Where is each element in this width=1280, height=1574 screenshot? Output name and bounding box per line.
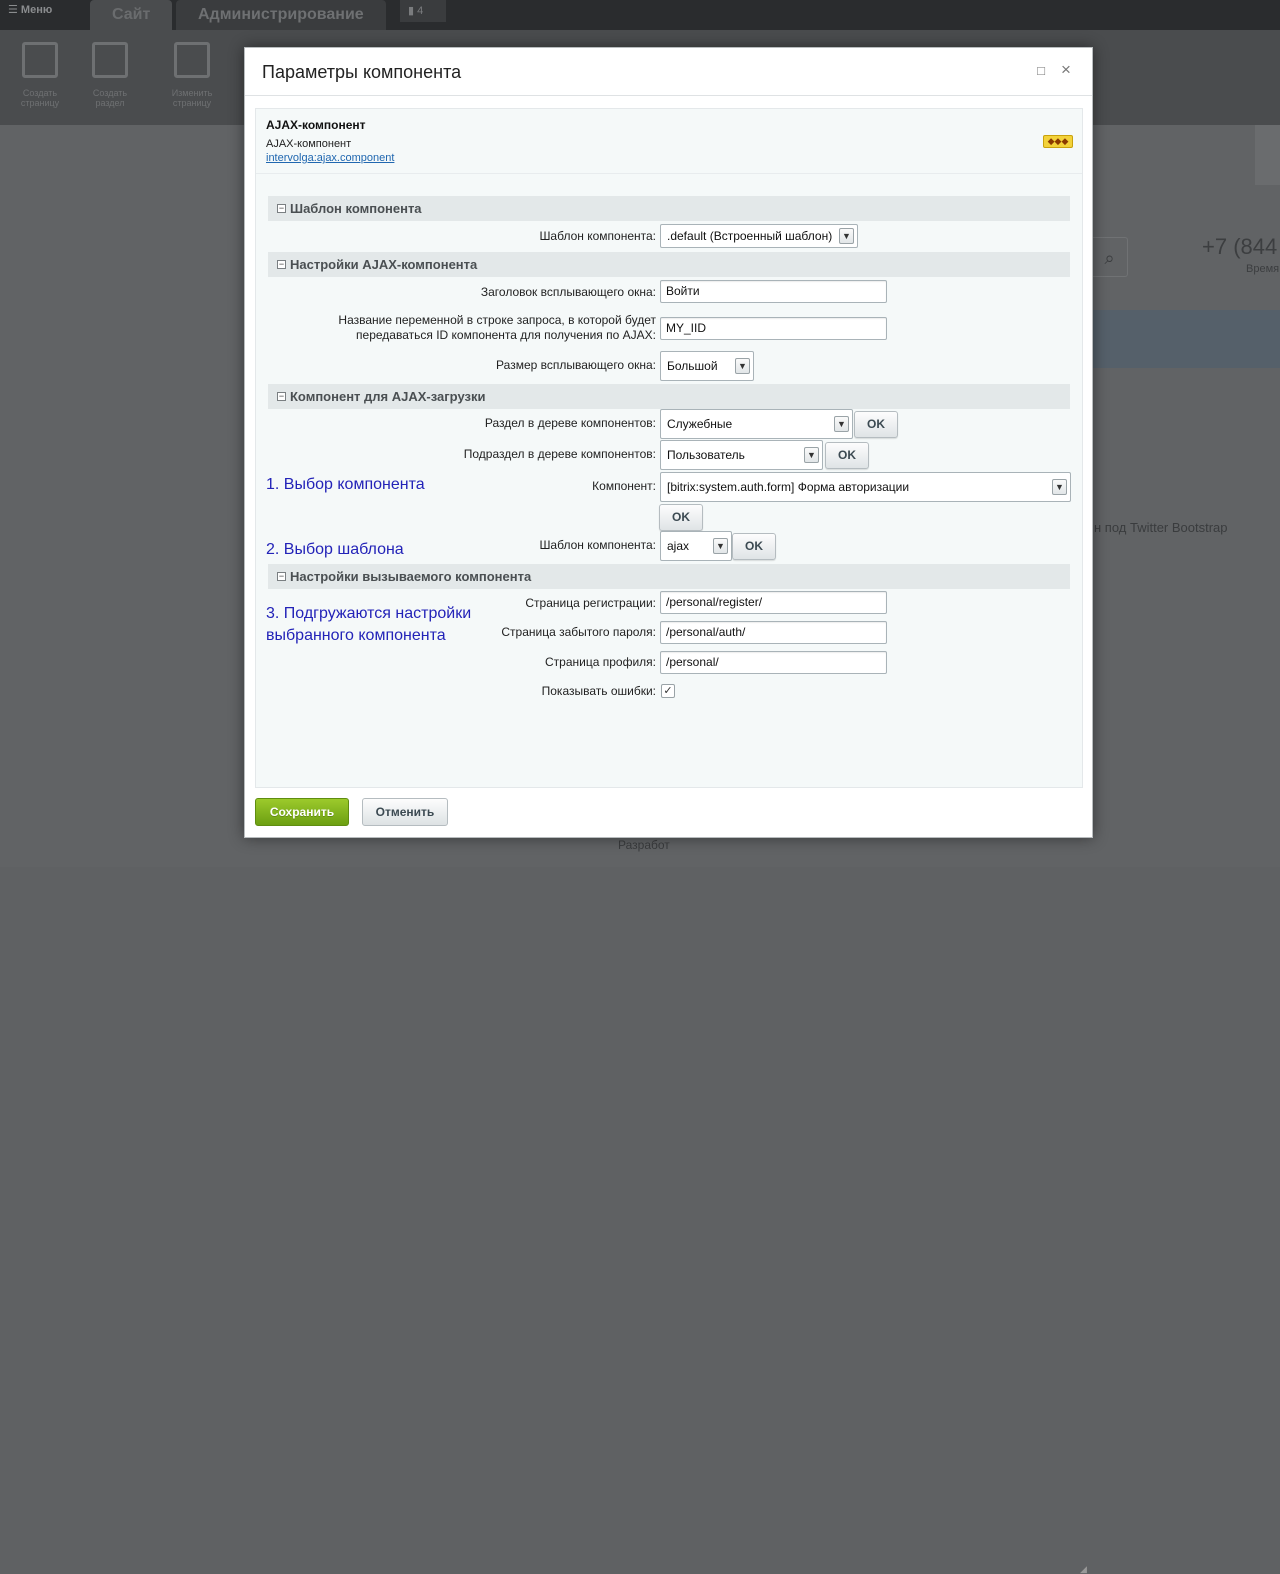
section-label: Настройки AJAX-компонента: [290, 257, 478, 272]
resize-handle-icon[interactable]: ◢: [1080, 1564, 1090, 1574]
template-select[interactable]: .default (Встроенный шаблон) ▼: [660, 224, 858, 248]
component-params-dialog: Параметры компонента □ × AJAX-компонент …: [244, 47, 1093, 1574]
toolbar-edit-page[interactable]: Изменить страницу: [162, 40, 222, 108]
chevron-down-icon: ▼: [1052, 479, 1067, 495]
menu-button[interactable]: ☰ Меню: [8, 3, 52, 16]
notifications-button[interactable]: ▮ 4: [400, 0, 446, 22]
tab-site[interactable]: Сайт: [90, 0, 173, 30]
side-icons-panel: [1255, 125, 1280, 185]
component-info: AJAX-компонент AJAX-компонент intervolga…: [256, 109, 1082, 174]
component-description: AJAX-компонент: [266, 138, 352, 150]
tree-subsection-value: Пользователь: [667, 448, 745, 462]
toolbar-label: Создать раздел: [92, 88, 128, 108]
tree-section-value: Служебные: [667, 417, 733, 431]
var-name-input[interactable]: MY_IID: [660, 317, 887, 340]
var-name-label: Название переменной в строке запроса, в …: [338, 313, 656, 342]
forgot-password-input[interactable]: /personal/auth/: [660, 621, 887, 644]
popup-title-label: Заголовок всплывающего окна:: [480, 285, 656, 299]
popup-size-select[interactable]: Большой ▼: [660, 351, 754, 381]
menu-label: Меню: [20, 4, 53, 16]
search-icon: ⌕: [1092, 237, 1128, 277]
site-footer-text: Разработ: [618, 838, 670, 852]
section-template[interactable]: − Шаблон компонента: [268, 196, 1070, 221]
section-label: Настройки вызываемого компонента: [290, 569, 532, 584]
dialog-footer: Сохранить Отменить ◢: [245, 788, 1092, 1574]
chevron-down-icon: ▼: [839, 228, 854, 244]
annotation-step1: 1. Выбор компонента: [266, 476, 425, 493]
component-name: AJAX-компонент: [266, 118, 366, 132]
collapse-icon[interactable]: −: [277, 572, 286, 581]
notifications-count: 4: [417, 5, 424, 17]
dialog-header: Параметры компонента □ ×: [245, 48, 1092, 96]
site-text-twitter: н под Twitter Bootstrap: [1094, 520, 1228, 535]
section-label: Компонент для AJAX-загрузки: [290, 389, 486, 404]
comp-template-select[interactable]: ajax ▼: [660, 531, 732, 561]
close-icon[interactable]: ×: [1058, 61, 1074, 78]
component-code-link[interactable]: intervolga:ajax.component: [266, 152, 394, 164]
chevron-down-icon: ▼: [804, 447, 819, 463]
checkmark-icon: ✓: [663, 685, 673, 697]
popup-size-value: Большой: [667, 359, 718, 373]
section-called-component-settings[interactable]: − Настройки вызываемого компонента: [268, 564, 1070, 589]
dialog-title: Параметры компонента: [262, 62, 462, 82]
tree-subsection-label: Подраздел в дереве компонентов:: [463, 447, 656, 461]
toolbar-label: Создать страницу: [20, 88, 60, 108]
toolbar-create-section[interactable]: Создать раздел: [80, 40, 140, 108]
tree-subsection-ok-button[interactable]: OK: [825, 442, 869, 469]
site-time-label: Время: [1246, 263, 1280, 275]
popup-title-input[interactable]: Войти: [660, 280, 887, 303]
toolbar-label: Изменить страницу: [171, 88, 213, 108]
chevron-down-icon: ▼: [834, 416, 849, 432]
section-ajax-settings[interactable]: − Настройки AJAX-компонента: [268, 252, 1070, 277]
site-phone: +7 (844: [1202, 234, 1278, 259]
annotation-step2: 2. Выбор шаблона: [266, 541, 404, 558]
comp-template-ok-button[interactable]: OK: [732, 533, 776, 560]
profile-label: Страница профиля:: [545, 655, 656, 669]
collapse-icon[interactable]: −: [277, 204, 286, 213]
tab-admin[interactable]: Администрирование: [176, 0, 386, 30]
new-folder-icon: [92, 42, 128, 78]
comp-template-label: Шаблон компонента:: [539, 538, 656, 552]
toolbar-create-page[interactable]: Создать страницу: [10, 40, 70, 108]
collapse-icon[interactable]: −: [277, 260, 286, 269]
new-page-icon: [22, 42, 58, 78]
popup-size-label: Размер всплывающего окна:: [496, 358, 656, 372]
maximize-icon[interactable]: □: [1035, 64, 1047, 77]
template-select-value: .default (Встроенный шаблон): [667, 229, 833, 243]
component-select-value: [bitrix:system.auth.form] Форма авториза…: [667, 480, 910, 494]
annotation-step3-line2: выбранного компонента: [266, 627, 446, 644]
collapse-icon[interactable]: −: [277, 392, 286, 401]
tree-section-label: Раздел в дереве компонентов:: [484, 416, 656, 430]
show-errors-label: Показывать ошибки:: [541, 684, 656, 698]
site-nav-band: [1092, 310, 1280, 368]
comp-template-value: ajax: [667, 539, 690, 553]
edit-page-icon: [174, 42, 210, 78]
component-ok-button[interactable]: OK: [659, 504, 703, 531]
register-input[interactable]: /personal/register/: [660, 591, 887, 614]
cancel-button[interactable]: Отменить: [362, 798, 448, 826]
show-errors-checkbox[interactable]: ✓: [661, 684, 675, 698]
section-label: Шаблон компонента: [290, 201, 422, 216]
component-badge-icon: ◆◆◆: [1043, 135, 1073, 148]
chevron-down-icon: ▼: [713, 538, 728, 554]
annotation-step3-line1: 3. Подгружаются настройки: [266, 605, 472, 622]
forgot-password-label: Страница забытого пароля:: [501, 625, 656, 639]
tree-section-select[interactable]: Служебные ▼: [660, 409, 853, 439]
component-label: Компонент:: [592, 479, 656, 493]
tree-section-ok-button[interactable]: OK: [854, 411, 898, 438]
section-ajax-load-component[interactable]: − Компонент для AJAX-загрузки: [268, 384, 1070, 409]
profile-input[interactable]: /personal/: [660, 651, 887, 674]
dialog-body: AJAX-компонент AJAX-компонент intervolga…: [255, 108, 1083, 788]
chevron-down-icon: ▼: [735, 358, 750, 374]
save-button[interactable]: Сохранить: [255, 798, 349, 826]
tree-subsection-select[interactable]: Пользователь ▼: [660, 440, 823, 470]
component-select[interactable]: [bitrix:system.auth.form] Форма авториза…: [660, 472, 1071, 502]
template-label: Шаблон компонента:: [539, 229, 656, 243]
register-label: Страница регистрации:: [525, 596, 656, 610]
admin-topbar: ☰ Меню Сайт Администрирование ▮ 4: [0, 0, 1280, 30]
